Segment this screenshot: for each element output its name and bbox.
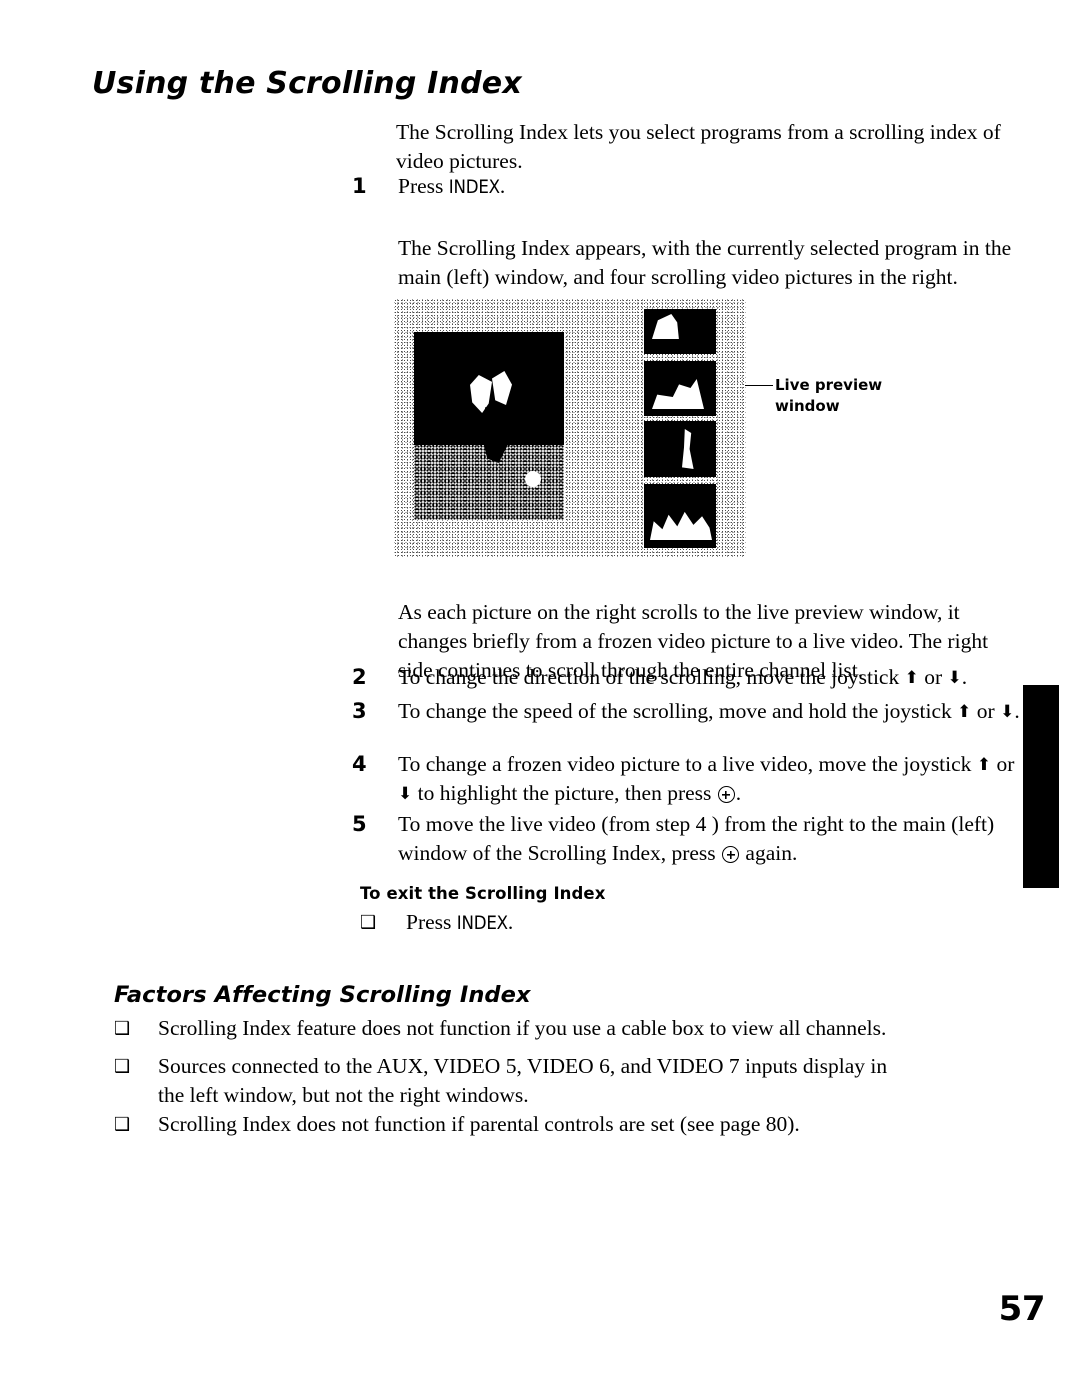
step-number: 1 — [352, 174, 367, 198]
step-text: To move the live video (from step 4 ) fr… — [398, 810, 1020, 868]
step-5-text-a: To move the live video (from step 4 ) fr… — [398, 812, 995, 865]
figure-highlight — [525, 471, 541, 487]
step-4-text-c: . — [735, 781, 742, 805]
arrow-up-icon: ⬆ — [976, 755, 992, 775]
step-number: 5 — [352, 812, 367, 836]
step-1-detail-text: The Scrolling Index appears, with the cu… — [398, 235, 1012, 289]
select-button-icon — [717, 786, 735, 803]
square-bullet-icon: ❑ — [114, 1056, 131, 1077]
exit-section-bullet: ❑ Press INDEX. — [360, 908, 880, 938]
step-2-text-b: . — [961, 665, 968, 689]
factor-text: Scrolling Index feature does not functio… — [158, 1016, 887, 1040]
step-number: 4 — [352, 752, 367, 776]
figure-thumbnail-3 — [644, 421, 716, 477]
step-4: 4 To change a frozen video picture to a … — [352, 750, 1020, 808]
index-key-label: INDEX — [448, 177, 500, 198]
select-button-icon — [722, 846, 740, 863]
step-number: 3 — [352, 699, 367, 723]
factor-bullet-2: ❑ Sources connected to the AUX, VIDEO 5,… — [114, 1052, 914, 1110]
arrow-up-icon: ⬆ — [957, 702, 972, 722]
scrolling-index-figure — [394, 299, 746, 557]
square-bullet-icon: ❑ — [114, 1114, 131, 1135]
step-1-lead: Press — [398, 174, 449, 198]
factor-bullet-3: ❑ Scrolling Index does not function if p… — [114, 1110, 914, 1139]
arrow-down-icon: ⬇ — [398, 784, 413, 804]
step-2-text-a: To change the direction of the scrolling… — [398, 665, 905, 689]
section-tab-marker — [1023, 685, 1059, 888]
step-2: 2 To change the direction of the scrolli… — [352, 663, 1020, 692]
exit-lead: Press — [406, 910, 457, 934]
step-text: To change the direction of the scrolling… — [398, 663, 1020, 692]
factor-text: Scrolling Index does not function if par… — [158, 1112, 800, 1136]
arrow-down-icon: ⬇ — [1000, 702, 1015, 722]
step-text: To change a frozen video picture to a li… — [398, 750, 1020, 808]
step-number: 2 — [352, 665, 367, 689]
step-4-text-a: To change a frozen video picture to a li… — [398, 752, 977, 776]
exit-section-heading: To exit the Scrolling Index — [360, 884, 606, 903]
step-4-mid: or — [991, 752, 1015, 776]
step-1: 1 Press INDEX. — [352, 172, 1020, 202]
step-4-text-b: to highlight the picture, then press — [412, 781, 717, 805]
step-1-period: . — [499, 174, 506, 198]
step-2-mid: or — [918, 665, 948, 689]
step-text: To change the speed of the scrolling, mo… — [398, 697, 1020, 726]
exit-period: . — [507, 910, 514, 934]
exit-bullet-text: Press INDEX. — [406, 908, 880, 938]
manual-page: Using the Scrolling Index The Scrolling … — [0, 0, 1080, 1392]
step-3: 3 To change the speed of the scrolling, … — [352, 697, 1020, 726]
callout-leader-line — [745, 385, 773, 386]
factor-bullet-1: ❑ Scrolling Index feature does not funct… — [114, 1014, 914, 1043]
index-key-label: INDEX — [456, 913, 508, 934]
step-3-text-a: To change the speed of the scrolling, mo… — [398, 699, 958, 723]
page-number: 57 — [998, 1289, 1046, 1329]
step-5-text-b: again. — [740, 841, 798, 865]
factor-text: Sources connected to the AUX, VIDEO 5, V… — [158, 1054, 888, 1107]
intro-paragraph: The Scrolling Index lets you select prog… — [396, 118, 1016, 176]
square-bullet-icon: ❑ — [114, 1018, 131, 1039]
arrow-up-icon: ⬆ — [904, 668, 919, 688]
step-1-detail: The Scrolling Index appears, with the cu… — [398, 212, 1018, 313]
step-text: Press INDEX. — [398, 172, 1020, 202]
intro-text: The Scrolling Index lets you select prog… — [396, 120, 1001, 173]
page-title: Using the Scrolling Index — [92, 66, 522, 101]
subsection-title: Factors Affecting Scrolling Index — [114, 982, 531, 1008]
step-3-text-b: . — [1014, 699, 1020, 723]
step-5: 5 To move the live video (from step 4 ) … — [352, 810, 1020, 868]
arrow-down-icon: ⬇ — [947, 668, 962, 688]
square-bullet-icon: ❑ — [360, 912, 377, 933]
callout-label-live-preview-window: Live preview window — [775, 376, 883, 415]
step-3-mid: or — [971, 699, 1001, 723]
